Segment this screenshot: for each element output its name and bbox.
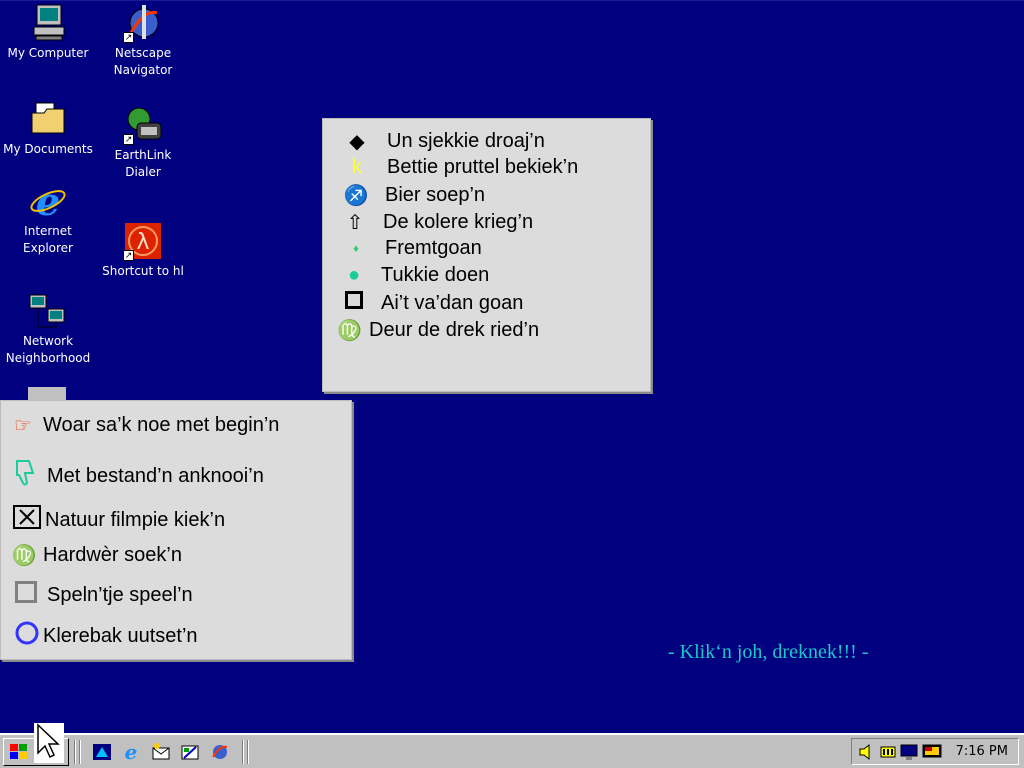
top-menu-panel: ◆ Un sjekkie droaj’n k Bettie pruttel be… <box>322 118 651 392</box>
arrow-icon: ♐ <box>343 185 369 207</box>
channels-icon <box>181 745 199 760</box>
netscape-icon: ↗ <box>123 3 163 43</box>
virgo-icon: ♍ <box>11 545 37 567</box>
small-diamond-icon: ♦ <box>353 242 359 255</box>
circle-icon: ● <box>347 264 361 286</box>
menu-item-label: Bettie pruttel bekiek’n <box>387 156 579 178</box>
menu-item-label: Met bestand’n anknooi’n <box>47 464 264 487</box>
menu-item-label: De kolere krieg’n <box>383 211 534 233</box>
desktop-icon-label: Shortcut to hl <box>102 264 184 278</box>
ring-icon <box>13 621 41 651</box>
menu-item[interactable]: Ai’t va’dan goan <box>337 291 523 315</box>
svg-text:λ: λ <box>136 230 149 255</box>
menu-item-label: Hardwèr soek’n <box>43 544 182 566</box>
menu-item[interactable]: ♍ Deur de drek ried’n <box>337 318 539 343</box>
power-icon[interactable] <box>880 743 896 761</box>
desktop-icon <box>93 744 111 760</box>
square-icon <box>13 581 39 609</box>
desktop-icon-label: Netscape Navigator <box>113 46 173 77</box>
menu-item[interactable]: ♦ Fremtgoan <box>337 237 482 260</box>
earthlink-icon: ↗ <box>123 105 163 145</box>
virgo-icon: ♍ <box>337 320 362 342</box>
my-documents-icon <box>28 99 68 139</box>
menu-item-label: Bier soep’n <box>385 184 486 206</box>
bottom-menu-panel: ☞ Woar sa’k noe met begin’n Met bestand’… <box>0 400 352 660</box>
system-tray: 7:16 PM <box>851 738 1019 765</box>
desktop: My Computer ↗ Netscape Navigator My Docu… <box>0 0 1024 763</box>
menu-item[interactable]: Klerebak uutset’n <box>13 621 198 651</box>
svg-text:e: e <box>125 742 138 762</box>
menu-item-label: Klerebak uutset’n <box>43 624 198 647</box>
menu-item[interactable]: ♐ Bier soep’n <box>337 183 486 208</box>
my-computer-icon <box>28 3 68 43</box>
taskbar-separator <box>79 740 81 764</box>
desktop-icon-label: Network Neighborhood <box>5 334 91 365</box>
desktop-icon-my-computer[interactable]: My Computer <box>0 3 96 62</box>
quick-launch-outlook[interactable] <box>151 742 171 762</box>
menu-item-label: Natuur filmpie kiek’n <box>45 508 226 531</box>
desktop-icon-internet-explorer[interactable]: e Internet Explorer <box>0 179 96 257</box>
shortcut-arrow-icon: ↗ <box>123 250 134 261</box>
taskbar-separator <box>74 740 76 764</box>
square-icon <box>337 291 371 315</box>
desktop-icon-netscape[interactable]: ↗ Netscape Navigator <box>95 3 191 79</box>
menu-item[interactable]: Speln’tje speel’n <box>13 581 193 609</box>
menu-item[interactable]: Natuur filmpie kiek’n <box>13 505 225 535</box>
menu-item-label: Deur de drek ried’n <box>369 319 540 341</box>
checkbox-x-icon <box>13 505 43 535</box>
netscape-icon <box>212 745 228 759</box>
ie-icon: e <box>125 740 138 764</box>
tagline: - Klik‘n joh, dreknek!!! - <box>668 641 869 663</box>
desktop-icon-shortcut-hl[interactable]: λ ↗ Shortcut to hl <box>95 221 191 280</box>
quick-launch-netscape[interactable] <box>210 742 230 762</box>
diamond-icon: ◆ <box>349 131 365 153</box>
menu-item-label: Speln’tje speel’n <box>47 583 193 606</box>
up-arrow-icon: ⇧ <box>346 212 364 234</box>
menu-item-label: Fremtgoan <box>385 237 482 259</box>
desktop-icon-earthlink[interactable]: ↗ EarthLink Dialer <box>95 105 191 181</box>
volume-icon[interactable] <box>858 743 874 761</box>
menu-item[interactable]: Met bestand’n anknooi’n <box>11 459 264 493</box>
ie-icon: e <box>28 179 68 224</box>
taskbar-separator <box>247 740 249 764</box>
menu-item-label: Tukkie doen <box>381 264 490 286</box>
network-icon <box>28 291 68 331</box>
windows-logo-icon <box>10 744 27 759</box>
menu-item[interactable]: ⇧ De kolere krieg’n <box>337 210 533 235</box>
menu-item[interactable]: ◆ Un sjekkie droaj’n <box>337 129 545 154</box>
menu-item-label: Un sjekkie droaj’n <box>387 130 545 152</box>
k-glyph-icon: k <box>352 156 362 178</box>
desktop-icon-my-documents[interactable]: My Documents <box>0 99 96 158</box>
taskbar-separator <box>242 740 244 764</box>
quick-launch-channels[interactable] <box>180 742 200 762</box>
pointing-hand-icon: ☞ <box>14 415 32 437</box>
desktop-icon-label: My Computer <box>7 46 89 60</box>
shortcut-arrow-icon: ↗ <box>123 134 134 145</box>
mouse-cursor-icon <box>37 723 60 759</box>
partial-desktop-icon <box>28 387 66 401</box>
hl-icon: λ ↗ <box>123 221 163 261</box>
menu-item[interactable]: k Bettie pruttel bekiek’n <box>337 156 578 179</box>
thumbs-down-icon <box>11 459 39 493</box>
desktop-icon-label: My Documents <box>3 142 93 156</box>
menu-item[interactable]: ♍ Hardwèr soek’n <box>11 543 182 568</box>
network-icon[interactable] <box>900 743 918 761</box>
svg-text:e: e <box>36 181 60 221</box>
clock[interactable]: 7:16 PM <box>956 744 1008 759</box>
menu-item-label: Ai’t va’dan goan <box>381 291 524 314</box>
display-icon[interactable] <box>922 743 942 761</box>
menu-item[interactable]: ☞ Woar sa’k noe met begin’n <box>11 413 279 438</box>
quick-launch-ie[interactable]: e <box>121 740 141 764</box>
shortcut-arrow-icon: ↗ <box>123 32 134 43</box>
desktop-icon-network-neighborhood[interactable]: Network Neighborhood <box>0 291 96 367</box>
quick-launch-desktop[interactable] <box>92 742 112 762</box>
menu-item-label: Woar sa’k noe met begin’n <box>43 414 280 436</box>
cursor-highlight <box>34 723 64 763</box>
desktop-icon-label: Internet Explorer <box>23 224 73 255</box>
desktop-icon-label: EarthLink Dialer <box>114 148 172 179</box>
outlook-icon <box>152 743 170 760</box>
menu-item[interactable]: ● Tukkie doen <box>337 264 489 287</box>
taskbar: e 7:16 PM <box>0 733 1024 768</box>
